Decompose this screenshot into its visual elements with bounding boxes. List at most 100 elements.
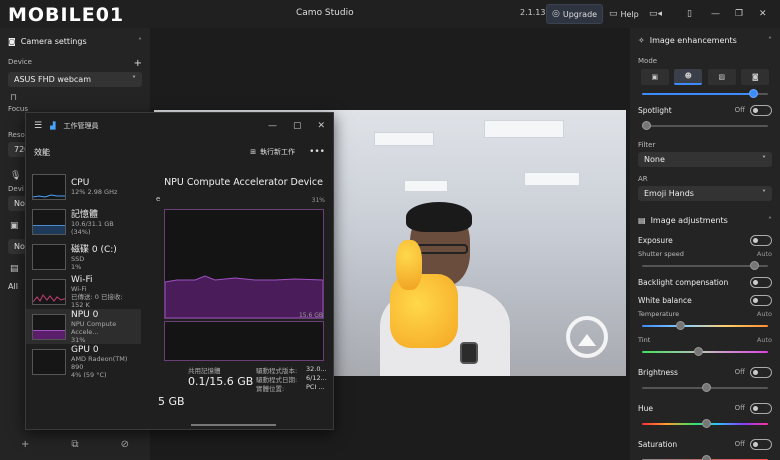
filter-dropdown[interactable]: None ˅ [638, 152, 772, 167]
run-new-task-button[interactable]: ⊞ 執行新工作 ••• [250, 147, 325, 157]
minimize-icon: — [711, 9, 720, 19]
camera-icon: ◙ [8, 36, 16, 46]
resource-name: 磁碟 0 (C:) [71, 245, 117, 255]
slider-knob[interactable] [676, 321, 685, 330]
device-dropdown[interactable]: ASUS FHD webcam ˅ [8, 72, 142, 87]
spotlight-toggle[interactable] [750, 104, 772, 116]
maximize-button[interactable]: ❐ [730, 4, 748, 24]
npu-memory-graph [164, 321, 324, 361]
add-icon[interactable]: + [21, 439, 29, 450]
tint-label: Tint [638, 336, 651, 344]
device-title: NPU Compute Accelerator Device [164, 177, 323, 188]
slider-knob[interactable] [750, 261, 759, 270]
backlight-row: Backlight compensation [630, 273, 780, 291]
mode-portrait-button[interactable]: ☻ [674, 69, 703, 85]
hue-toggle[interactable] [750, 402, 772, 414]
npu-mini-graph [32, 313, 66, 340]
image-adjustments-header[interactable]: ▤ Image adjustments ˄ [630, 209, 780, 231]
cpu-mini-graph [32, 173, 66, 200]
slider-track [642, 125, 768, 127]
camera-toggle-button[interactable]: ▭◂ [644, 4, 667, 24]
lock-icon[interactable]: ⊓ [0, 87, 150, 103]
image-enhancements-header[interactable]: ✧ Image enhancements ˄ [630, 29, 780, 51]
ar-dropdown[interactable]: Emoji Hands ˅ [638, 186, 772, 201]
minimize-icon[interactable]: — [268, 121, 277, 131]
horizontal-scrollbar[interactable] [191, 424, 276, 426]
task-manager-titlebar: ☰ ▟ 工作管理員 — ▢ ✕ [26, 113, 333, 139]
hide-icon[interactable]: ⊘ [121, 439, 129, 450]
slider-knob[interactable] [642, 121, 651, 130]
backlight-toggle[interactable] [750, 276, 772, 288]
slider-knob[interactable] [748, 89, 758, 98]
saturation-label: Saturation [638, 439, 678, 449]
temperature-slider[interactable] [638, 321, 772, 331]
slider-knob[interactable] [702, 383, 711, 392]
temperature-state: Auto [756, 310, 772, 318]
white-balance-toggle[interactable] [750, 294, 772, 306]
camera-settings-header[interactable]: ◙ Camera settings ˄ [0, 30, 150, 52]
resource-wifi[interactable]: Wi-Fi Wi-Fi 已傳送: 0 已接收: 152 K [26, 274, 141, 309]
add-device-icon[interactable]: + [134, 58, 142, 69]
disk-mini-graph [32, 243, 66, 270]
minimize-button[interactable]: — [706, 4, 725, 24]
ceiling-light [404, 180, 448, 192]
ceiling-light [374, 132, 434, 146]
task-manager-title: 工作管理員 [63, 122, 99, 130]
chevron-down-icon: ˅ [132, 75, 136, 84]
resource-detail: 1% [71, 263, 82, 271]
window-buttons: — ▢ ✕ [268, 121, 325, 131]
resource-npu[interactable]: NPU 0 NPU Compute Accele... 31% [26, 309, 141, 344]
camo-watermark-icon [566, 316, 608, 358]
thumbs-up-emoji [386, 240, 466, 350]
mode-strength-slider[interactable] [638, 89, 772, 99]
sidebar-toggle-button[interactable]: ▯ [682, 4, 697, 24]
tint-slider[interactable] [638, 347, 772, 357]
spotlight-state: Off [734, 106, 745, 114]
resource-detail: SSD [71, 255, 85, 263]
mode-background-button[interactable]: ◙ [741, 69, 770, 85]
maximize-icon[interactable]: ▢ [293, 121, 302, 131]
exposure-toggle[interactable] [750, 234, 772, 246]
filter-label: Filter [638, 141, 656, 149]
ar-label: AR [638, 175, 648, 183]
mode-off-button[interactable]: ▣ [640, 69, 669, 85]
upgrade-label: Upgrade [562, 9, 598, 19]
slider-knob[interactable] [702, 455, 711, 460]
device-label-row: Device + [0, 58, 150, 69]
close-button[interactable]: ✕ [754, 4, 772, 24]
slider-knob[interactable] [694, 347, 703, 356]
brightness-slider[interactable] [638, 383, 772, 393]
shutter-speed-row: Shutter speed Auto [630, 249, 780, 259]
image-enhancements-title: Image enhancements [649, 35, 737, 45]
upgrade-button[interactable]: ◎ Upgrade [546, 4, 604, 24]
exposure-label: Exposure [638, 235, 673, 245]
shutter-speed-label: Shutter speed [638, 250, 684, 258]
version-label: 2.1.13 [520, 8, 546, 17]
saturation-slider[interactable] [638, 455, 772, 460]
spotlight-slider[interactable] [638, 121, 772, 131]
shutter-speed-slider[interactable] [638, 261, 772, 271]
resource-gpu[interactable]: GPU 0 AMD Radeon(TM) 890 4% (59 °C) [26, 344, 141, 379]
help-button[interactable]: ▭ Help [604, 4, 644, 24]
wristwatch [460, 342, 478, 364]
resource-memory[interactable]: 記憶體 10.6/31.1 GB (34%) [26, 204, 141, 239]
temperature-gradient [642, 325, 768, 327]
performance-header: 效能 ⊞ 執行新工作 ••• [26, 139, 333, 165]
device-value: ASUS FHD webcam [14, 75, 91, 84]
hamburger-menu-icon[interactable]: ☰ [34, 121, 42, 131]
resource-detail: 已傳送: 0 已接收: 152 K [71, 292, 123, 309]
more-options-icon[interactable]: ••• [309, 147, 325, 157]
ceiling-light [524, 172, 580, 186]
slider-knob[interactable] [702, 419, 711, 428]
resource-disk[interactable]: 磁碟 0 (C:) SSD 1% [26, 239, 141, 274]
brightness-row: Brightness Off [630, 363, 780, 381]
background-icon: ◙ [751, 73, 759, 81]
brightness-toggle[interactable] [750, 366, 772, 378]
duplicate-icon[interactable]: ⧉ [71, 439, 78, 450]
mode-blur-button[interactable]: ▨ [707, 69, 736, 85]
hue-slider[interactable] [638, 419, 772, 429]
close-icon[interactable]: ✕ [317, 121, 325, 131]
saturation-toggle[interactable] [750, 438, 772, 450]
resource-cpu[interactable]: CPU 12% 2.98 GHz [26, 169, 141, 204]
video-icon: ▭◂ [649, 9, 663, 19]
